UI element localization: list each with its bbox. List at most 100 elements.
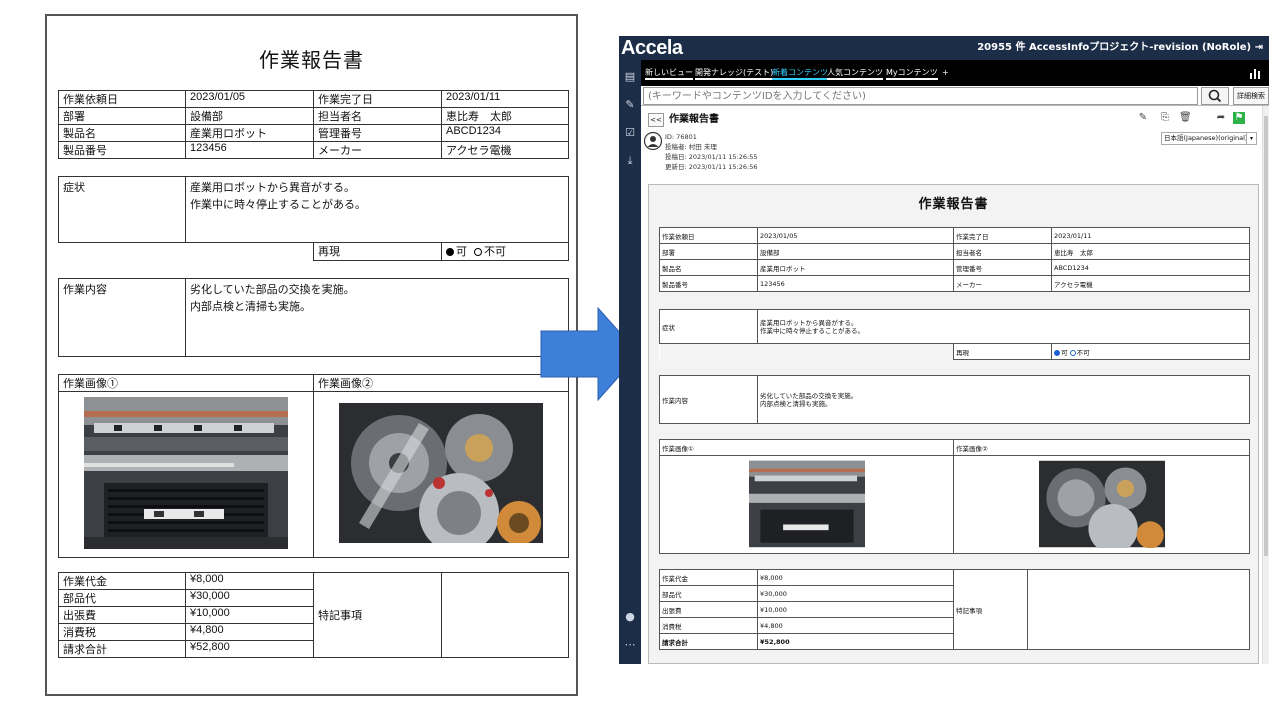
value-complete-date: 2023/01/11 bbox=[441, 90, 569, 108]
r-value-symptom: 産業用ロボットから異音がする。 作業中に時々停止することがある。 bbox=[756, 309, 1251, 344]
r-label-image-2: 作業画像② bbox=[953, 439, 1250, 456]
tab-new-contents[interactable]: 新着コンテンツ bbox=[772, 60, 828, 86]
r-label-cost-3: 消費税 bbox=[659, 617, 758, 634]
more-icon[interactable]: ⋯ bbox=[623, 638, 637, 652]
accela-app-window: Accela 20955 件 AccessInfoプロジェクト-revision… bbox=[619, 36, 1269, 664]
r-label-cost-0: 作業代金 bbox=[659, 569, 758, 586]
download-icon[interactable]: ⤓ bbox=[623, 154, 637, 168]
vertical-scrollbar[interactable] bbox=[1262, 106, 1269, 664]
label-notes: 特記事項 bbox=[313, 572, 442, 658]
watch-photo-2 bbox=[339, 403, 543, 543]
search-input[interactable] bbox=[643, 87, 1198, 105]
r-value-cost-4: ¥52,800 bbox=[757, 633, 954, 650]
paper-report: 作業報告書 作業依頼日 2023/01/05 作業完了日 2023/01/11 … bbox=[45, 14, 578, 696]
r-watch-photo-2 bbox=[1038, 460, 1165, 553]
r-value-person: 恵比寿 太郎 bbox=[1051, 243, 1250, 260]
rendered-images-table: 作業画像① 作業画像② bbox=[659, 439, 1250, 554]
r-label-cost-1: 部品代 bbox=[659, 585, 758, 602]
value-work: 劣化していた部品の交換を実施。 内部点検と清掃も実施。 bbox=[185, 278, 569, 357]
advanced-search-button[interactable]: 詳細検索 bbox=[1233, 87, 1269, 105]
tab-add[interactable]: + bbox=[942, 60, 949, 86]
checklist-icon[interactable]: ☑ bbox=[623, 126, 637, 140]
value-maker: アクセラ電機 bbox=[441, 141, 569, 159]
copy-icon[interactable]: ⎘ bbox=[1159, 112, 1171, 124]
value-cost-1: ¥30,000 bbox=[185, 589, 314, 607]
label-work: 作業内容 bbox=[58, 278, 186, 357]
r-symptom-line-2: 作業中に時々停止することがある。 bbox=[760, 326, 864, 335]
label-symptom: 症状 bbox=[58, 176, 186, 243]
project-info[interactable]: 20955 件 AccessInfoプロジェクト-revision (NoRol… bbox=[977, 42, 1251, 53]
radio-no-icon bbox=[474, 248, 482, 256]
label-person: 担当者名 bbox=[313, 107, 442, 125]
document-toolbar: ✎ ⎘ 🗑 ➦ ⚑ bbox=[1137, 112, 1247, 126]
r-value-request-date: 2023/01/05 bbox=[757, 227, 954, 244]
r-label-request-date: 作業依頼日 bbox=[659, 227, 758, 244]
r-radio-yes-icon[interactable] bbox=[1054, 349, 1060, 356]
label-mgmt: 管理番号 bbox=[313, 124, 442, 142]
rendered-report-title: 作業報告書 bbox=[918, 197, 989, 212]
search-bar: 詳細検索 bbox=[641, 86, 1269, 106]
value-request-date: 2023/01/05 bbox=[185, 90, 314, 108]
symptom-line-1: 産業用ロボットから異音がする。 bbox=[190, 181, 355, 194]
chevron-down-icon: ▾ bbox=[1246, 133, 1256, 144]
report-title: 作業報告書 bbox=[259, 48, 364, 72]
bar-chart-icon[interactable] bbox=[1249, 67, 1261, 79]
meta-author: 投稿者: 村田 未理 bbox=[665, 143, 717, 151]
r-value-maker: アクセラ電機 bbox=[1051, 275, 1250, 292]
logout-icon[interactable]: ⇥ bbox=[1255, 42, 1263, 53]
report-header-table: 作業依頼日 2023/01/05 作業完了日 2023/01/11 部署 設備部… bbox=[58, 90, 569, 159]
language-select[interactable]: 日本語(Japanese)(original) ▾ bbox=[1161, 132, 1257, 145]
bookmark-icon[interactable]: ⚑ bbox=[1233, 112, 1245, 124]
r-image-1-cell bbox=[659, 455, 954, 554]
label-cost-1: 部品代 bbox=[58, 589, 186, 607]
label-image-1: 作業画像① bbox=[58, 374, 314, 392]
label-image-2: 作業画像② bbox=[313, 374, 569, 392]
r-repro-yes: 可 bbox=[1061, 348, 1068, 357]
tab-dev-knowledge[interactable]: 開発ナレッジ(テスト) bbox=[695, 60, 774, 86]
tab-new-view[interactable]: 新しいビュー bbox=[645, 60, 693, 86]
r-label-product-no: 製品番号 bbox=[659, 275, 758, 292]
r-label-maker: メーカー bbox=[953, 275, 1052, 292]
search-button[interactable] bbox=[1201, 87, 1229, 105]
app-logo[interactable]: Accela bbox=[621, 36, 683, 60]
document-area: << 作業報告書 ID: 76801 投稿者: 村田 未理 投稿日: 2023/… bbox=[641, 106, 1269, 664]
pencil-icon[interactable]: ✎ bbox=[623, 98, 637, 112]
label-dept: 部署 bbox=[58, 107, 186, 125]
meta-updated: 更新日: 2023/01/11 15:26:56 bbox=[665, 163, 758, 171]
value-cost-3: ¥4,800 bbox=[185, 623, 314, 641]
r-value-product: 産業用ロボット bbox=[757, 259, 954, 276]
share-icon[interactable]: ➦ bbox=[1215, 112, 1227, 124]
cost-table: 作業代金 ¥8,000 特記事項 部品代 ¥30,000 出張費 ¥10,000… bbox=[58, 572, 569, 658]
label-cost-3: 消費税 bbox=[58, 623, 186, 641]
r-label-repro: 再現 bbox=[953, 343, 1052, 360]
image-1-cell bbox=[58, 391, 314, 558]
list-icon[interactable]: ▤ bbox=[623, 70, 637, 84]
work-table: 作業内容 劣化していた部品の交換を実施。 内部点検と清掃も実施。 bbox=[58, 278, 569, 357]
robot-photo-1 bbox=[84, 397, 288, 549]
tabs-bar: 新しいビュー 開発ナレッジ(テスト) 新着コンテンツ 人気コンテンツ Myコンテ… bbox=[641, 60, 1269, 86]
scroll-thumb[interactable] bbox=[1264, 116, 1268, 556]
avatar bbox=[644, 132, 662, 150]
r-symptom-line-1: 産業用ロボットから異音がする。 bbox=[760, 318, 858, 327]
repro-no: 不可 bbox=[484, 245, 506, 258]
search-icon bbox=[1208, 89, 1222, 103]
tab-my-contents[interactable]: Myコンテンツ bbox=[886, 60, 938, 86]
meta-posted: 投稿日: 2023/01/11 15:26:55 bbox=[665, 153, 758, 161]
tab-popular-contents[interactable]: 人気コンテンツ bbox=[827, 60, 883, 86]
user-icon[interactable]: ● bbox=[623, 610, 637, 624]
r-label-person: 担当者名 bbox=[953, 243, 1052, 260]
edit-icon[interactable]: ✎ bbox=[1137, 112, 1149, 124]
value-symptom: 産業用ロボットから異音がする。 作業中に時々停止することがある。 bbox=[184, 176, 570, 243]
r-robot-photo-1 bbox=[748, 460, 865, 547]
r-value-notes bbox=[1027, 569, 1250, 650]
value-product: 産業用ロボット bbox=[185, 124, 314, 142]
r-radio-no-icon[interactable] bbox=[1069, 349, 1076, 356]
value-notes bbox=[441, 572, 569, 658]
label-cost-0: 作業代金 bbox=[58, 572, 186, 590]
value-cost-4: ¥52,800 bbox=[185, 640, 314, 658]
r-label-cost-2: 出張費 bbox=[659, 601, 758, 618]
value-dept: 設備部 bbox=[185, 107, 314, 125]
back-button[interactable]: << bbox=[648, 113, 664, 127]
rendered-work-table: 作業内容 劣化していた部品の交換を実施。 内部点検と清掃も実施。 bbox=[659, 375, 1250, 424]
trash-icon[interactable]: 🗑 bbox=[1179, 112, 1192, 124]
